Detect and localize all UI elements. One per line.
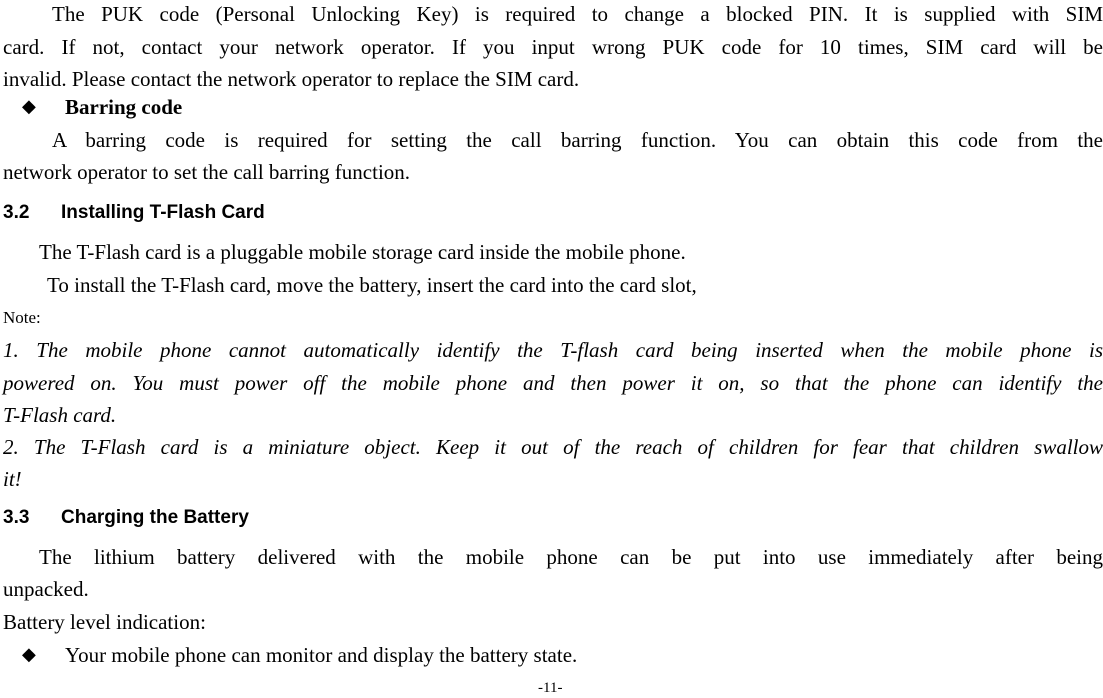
page-number: -11-: [538, 680, 563, 696]
section-heading-3-3: 3.3 Charging the Battery: [3, 506, 1103, 530]
barring-paragraph-line-1: A barring code is required for setting t…: [52, 128, 1103, 152]
diamond-bullet-icon: ◆: [22, 96, 36, 116]
battery-line-1: The lithium battery delivered with the m…: [39, 545, 1103, 569]
section-number: 3.2: [3, 202, 30, 223]
battery-bullet-text: Your mobile phone can monitor and displa…: [65, 643, 578, 667]
note-line-4: 2. The T-Flash card is a miniature objec…: [3, 435, 1103, 459]
battery-line-3: Battery level indication:: [3, 610, 206, 634]
section-title: Installing T-Flash Card: [61, 202, 265, 223]
puk-paragraph-line-1: The PUK code (Personal Unlocking Key) is…: [52, 2, 1103, 26]
note-line-5: it!: [3, 467, 22, 491]
barring-paragraph-line-2: network operator to set the call barring…: [3, 160, 411, 184]
note-line-3: T-Flash card.: [3, 403, 117, 427]
tflash-line-1: The T-Flash card is a pluggable mobile s…: [39, 240, 686, 264]
puk-paragraph-line-3: invalid. Please contact the network oper…: [3, 67, 580, 91]
battery-line-2: unpacked.: [3, 577, 89, 601]
puk-paragraph-line-2: card. If not, contact your network opera…: [3, 35, 1103, 59]
section-title: Charging the Battery: [61, 507, 249, 528]
section-heading-3-2: 3.2 Installing T-Flash Card: [3, 201, 1103, 225]
section-number: 3.3: [3, 507, 30, 528]
barring-code-heading: Barring code: [65, 95, 183, 119]
tflash-line-2: To install the T-Flash card, move the ba…: [47, 273, 697, 297]
note-line-2: powered on. You must power off the mobil…: [3, 371, 1103, 395]
diamond-bullet-icon: ◆: [22, 644, 36, 664]
note-label: Note:: [3, 308, 41, 327]
note-line-1: 1. The mobile phone cannot automatically…: [3, 338, 1103, 362]
